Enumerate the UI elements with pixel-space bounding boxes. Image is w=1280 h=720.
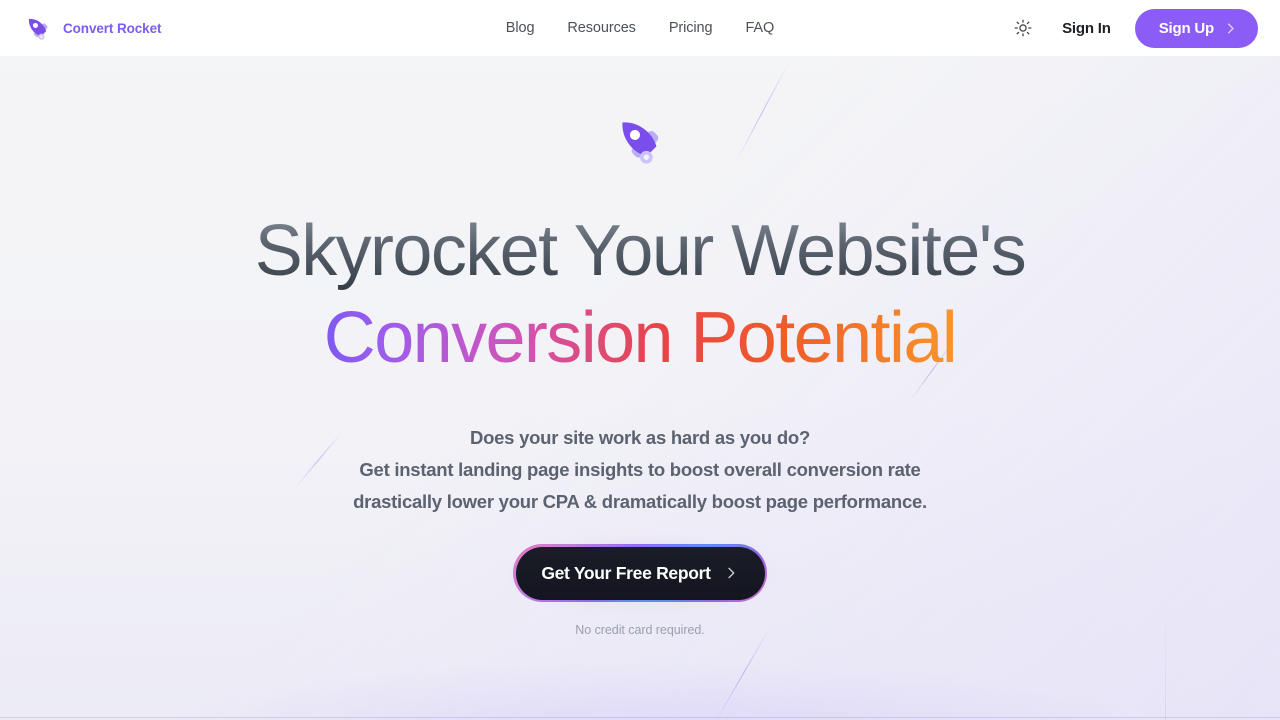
chevron-right-icon [1227, 22, 1234, 34]
hero-subtitle-line-2: Get instant landing page insights to boo… [359, 459, 921, 480]
header-actions: Sign In Sign Up [1006, 0, 1258, 56]
nav-item-blog[interactable]: Blog [506, 20, 535, 36]
hero-subtitle-line-3: drastically lower your CPA & dramaticall… [353, 491, 927, 512]
nav-item-pricing[interactable]: Pricing [669, 20, 713, 36]
hero-subtitle-line-1: Does your site work as hard as you do? [469, 427, 811, 448]
site-header: Convert Rocket Blog Resources Pricing FA… [0, 0, 1280, 56]
theme-toggle-button[interactable] [1006, 11, 1040, 45]
chevron-right-icon [728, 567, 735, 579]
sign-up-button[interactable]: Sign Up [1134, 8, 1258, 48]
hero-headline-line-1: Skyrocket Your Website's [255, 208, 1027, 295]
hero-section: Skyrocket Your Website's Conversion Pote… [0, 56, 1280, 720]
nav-item-resources[interactable]: Resources [567, 20, 636, 36]
nav-item-faq[interactable]: FAQ [745, 20, 774, 36]
cta-container: Get Your Free Report [499, 536, 781, 610]
sun-icon [1014, 19, 1032, 37]
cta-inner: Get Your Free Report [515, 546, 765, 600]
cta-label: Get Your Free Report [541, 562, 711, 583]
sign-up-label: Sign Up [1158, 19, 1214, 37]
get-free-report-button[interactable]: Get Your Free Report [513, 544, 767, 602]
hero-headline: Skyrocket Your Website's Conversion Pote… [255, 208, 1027, 382]
hero-subtitle: Does your site work as hard as you do? G… [353, 422, 927, 518]
hero-headline-line-2: Conversion Potential [255, 295, 1025, 382]
sign-in-link[interactable]: Sign In [1062, 20, 1111, 37]
cta-disclaimer: No credit card required. [575, 623, 705, 637]
hero-rocket-icon [622, 122, 659, 164]
